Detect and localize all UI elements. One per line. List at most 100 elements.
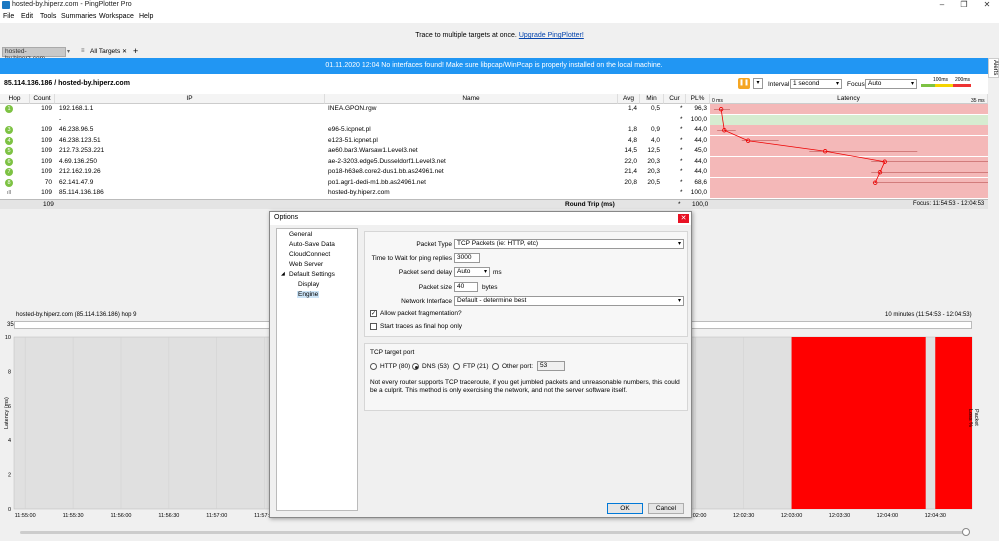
hop-pl: 100,0	[690, 115, 707, 123]
col-cur[interactable]: Cur	[664, 94, 686, 104]
packet-type-select[interactable]: TCP Packets (ie: HTTP, etc)	[454, 239, 684, 249]
col-count[interactable]: Count	[30, 94, 55, 104]
nav-default-settings[interactable]: Default Settings	[289, 271, 335, 278]
hop-cur: *	[680, 178, 683, 186]
hop-avg: 4,8	[627, 136, 637, 144]
hop-count: 70	[44, 178, 52, 186]
menu-edit[interactable]: Edit	[21, 13, 33, 20]
final-hop-label: Start traces as final hop only	[380, 323, 463, 330]
port-dns-radio[interactable]	[412, 363, 419, 370]
menu-tools[interactable]: Tools	[40, 13, 56, 20]
col-name[interactable]: Name	[325, 94, 618, 104]
menu-file[interactable]: File	[3, 13, 14, 20]
col-pl[interactable]: PL%	[686, 94, 710, 104]
hop-number: 8	[5, 178, 13, 187]
col-ip[interactable]: IP	[55, 94, 325, 104]
dialog-close-icon[interactable]: ✕	[678, 214, 689, 223]
cancel-button[interactable]: Cancel	[648, 503, 684, 514]
hop-number: 1	[5, 105, 13, 113]
table-footer: 109 Round Trip (ms) * 100,0 Focus: 11:54…	[0, 199, 988, 209]
interface-select[interactable]: Default - determine best	[454, 296, 684, 306]
y-tick-label: 0	[8, 507, 11, 513]
wait-input[interactable]: 3000	[454, 253, 480, 263]
timeline-scrollbar[interactable]	[20, 531, 970, 534]
error-banner: 01.11.2020 12:04 No interfaces found! Ma…	[0, 58, 988, 74]
hop-ip: 212.162.19.26	[59, 168, 101, 175]
port-other-radio[interactable]	[492, 363, 499, 370]
y-tick-label: 2	[8, 473, 11, 479]
alerts-side-tab[interactable]: Alerts	[988, 58, 999, 78]
tab-all-targets[interactable]: All Targets	[90, 48, 120, 55]
pause-dropdown-icon[interactable]: ▾	[753, 78, 763, 89]
options-nav-tree: General Auto-Save Data CloudConnect Web …	[276, 228, 358, 511]
close-window-icon[interactable]: ✕	[976, 0, 998, 10]
y-axis-label: Latency (ms)	[4, 397, 10, 429]
hop-ip: 192.168.1.1	[59, 105, 94, 112]
hop-pl: 45,0	[694, 147, 707, 154]
hop-number: 3	[5, 126, 13, 134]
ok-button[interactable]: OK	[607, 503, 643, 514]
wait-label: Time to Wait for ping replies	[371, 255, 452, 262]
nav-engine[interactable]: Engine	[297, 291, 320, 298]
x-tick-label: 12:02:30	[733, 513, 754, 519]
packet-size-input[interactable]: 40	[454, 282, 478, 292]
latency-min-label: 0 ms	[712, 98, 723, 104]
tree-expand-icon[interactable]: ◢	[281, 271, 285, 277]
interval-label: Interval	[768, 81, 790, 88]
col-min[interactable]: Min	[640, 94, 664, 104]
hop-cur: *	[680, 157, 683, 165]
nav-cloudconnect[interactable]: CloudConnect	[289, 251, 330, 258]
delay-select[interactable]: Auto	[454, 267, 490, 277]
tcp-port-title: TCP target port	[370, 349, 415, 356]
hop-min: 0,5	[650, 105, 660, 112]
nav-display[interactable]: Display	[298, 281, 319, 288]
add-tab-icon[interactable]: +	[133, 46, 138, 56]
hop-ip: 4.69.136.250	[59, 157, 97, 165]
col-latency[interactable]: Latency	[710, 94, 988, 104]
strip-y-label: 35	[7, 322, 14, 328]
dropdown-chevron-icon[interactable]: ▾	[67, 48, 70, 55]
pause-icon[interactable]: ❚❚	[738, 78, 750, 89]
footer-cur: *	[678, 201, 681, 208]
footer-round-trip: Round Trip (ms)	[565, 201, 615, 208]
col-hop[interactable]: Hop	[0, 94, 30, 104]
nav-auto-save-data[interactable]: Auto-Save Data	[289, 241, 335, 248]
scale-bar-yellow	[935, 84, 953, 87]
col-avg[interactable]: Avg	[618, 94, 640, 104]
hop-count: 109	[41, 189, 52, 196]
engine-settings: Packet Type TCP Packets (ie: HTTP, etc) …	[364, 228, 688, 511]
menu-summaries[interactable]: Summaries	[61, 13, 96, 20]
other-port-input[interactable]: 53	[537, 361, 565, 371]
hop-ip: 62.141.47.9	[59, 178, 94, 186]
x-tick-label: 11:56:00	[110, 513, 131, 519]
trace-table: Hop Count IP Name Avg Min Cur PL% Latenc…	[0, 94, 988, 209]
interval-select[interactable]: 1 second	[790, 79, 842, 89]
allow-fragmentation-checkbox[interactable]: ✓	[370, 310, 377, 317]
close-tab-icon[interactable]: ✕	[122, 48, 127, 55]
hop-number: 5	[5, 147, 13, 155]
minimize-icon[interactable]: –	[931, 0, 953, 10]
hop-name: e96-5.icpnet.pl	[328, 126, 371, 133]
hop-ip: 46.238.123.51	[59, 136, 101, 144]
port-dns-label: DNS (53)	[422, 363, 450, 370]
hop-cur: *	[680, 105, 683, 112]
hop-min: 12,5	[647, 147, 660, 154]
hop-number: 6	[5, 157, 13, 166]
upgrade-link[interactable]: Upgrade PingPlotter!	[519, 32, 584, 39]
port-ftp-radio[interactable]	[453, 363, 460, 370]
port-http-radio[interactable]	[370, 363, 377, 370]
delay-label: Packet send delay	[398, 269, 452, 276]
nav-general[interactable]: General	[289, 231, 312, 238]
size-label: Packet size	[418, 284, 452, 291]
timeline-slider-handle[interactable]	[962, 528, 970, 536]
menu-workspace[interactable]: Workspace	[99, 13, 134, 20]
focus-select[interactable]: Auto	[865, 79, 917, 89]
hop-min: 4,0	[650, 136, 660, 144]
nav-web-server[interactable]: Web Server	[289, 261, 323, 268]
final-hop-checkbox[interactable]	[370, 323, 377, 330]
x-tick-label: 12:04:30	[925, 513, 946, 519]
maximize-icon[interactable]: ❐	[953, 0, 975, 10]
tab-target[interactable]: hosted-by.hiperz.com	[2, 47, 66, 62]
menu-help[interactable]: Help	[139, 13, 153, 20]
latency-line	[720, 109, 886, 183]
